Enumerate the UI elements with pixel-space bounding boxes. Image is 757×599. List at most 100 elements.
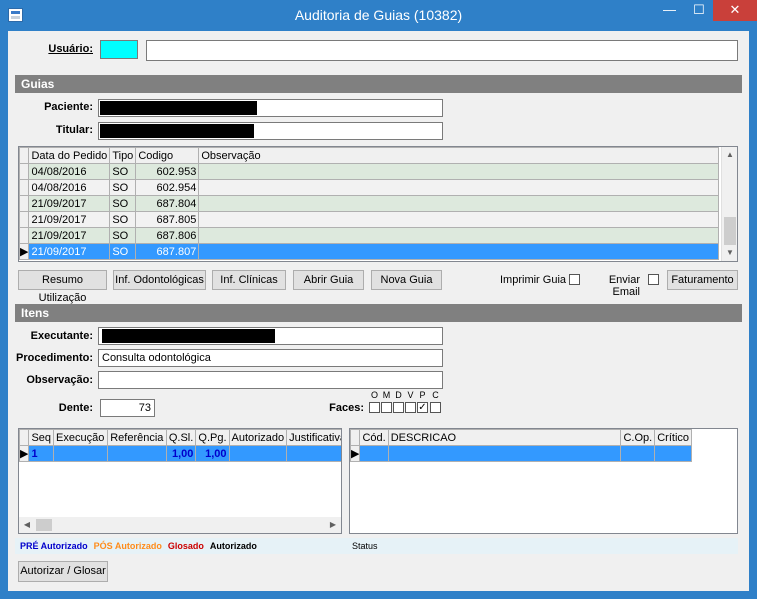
itens-horizontal-scrollbar[interactable]: ◀ ▶ [19, 517, 341, 533]
row-indicator-header [350, 429, 361, 446]
face-p-checkbox[interactable]: ✓ [417, 402, 428, 413]
faturamento-button[interactable]: Faturamento [667, 270, 738, 290]
dente-field[interactable]: 73 [100, 399, 155, 417]
col-codigo[interactable]: Codigo [135, 147, 200, 164]
cell-qsl: 1,00 [165, 445, 197, 462]
face-letter-p: P [419, 390, 426, 400]
cell-date: 21/09/2017 [28, 243, 111, 260]
table-row-selected[interactable]: ▶ 21/09/2017 SO 687.807 [19, 243, 719, 260]
face-letter-m: M [382, 390, 391, 400]
abrir-guia-button[interactable]: Abrir Guia [293, 270, 364, 290]
face-letter-d: D [395, 390, 402, 400]
col-seq[interactable]: Seq [28, 429, 55, 446]
legend-pre-autorizado: PRÉ Autorizado [20, 541, 88, 551]
cell-tipo: SO [109, 179, 137, 196]
face-o-checkbox[interactable] [369, 402, 380, 413]
col-cod[interactable]: Cód. [359, 429, 389, 446]
legend-glosado: Glosado [167, 541, 204, 551]
observacao-field[interactable] [98, 371, 443, 389]
minimize-icon[interactable]: — [654, 0, 685, 21]
face-letter-c: C [432, 390, 439, 400]
col-data-pedido[interactable]: Data do Pedido [28, 147, 111, 164]
titular-label: Titular: [55, 124, 93, 136]
scroll-thumb[interactable] [36, 519, 52, 531]
scroll-right-icon[interactable]: ▶ [325, 517, 341, 533]
status-label: Status [352, 541, 378, 551]
table-row[interactable]: 21/09/2017 SO 687.805 [19, 211, 719, 228]
legend: PRÉ Autorizado PÓS Autorizado Glosado Autor… [20, 541, 340, 551]
paciente-redaction [100, 101, 257, 115]
usuario-name-field[interactable] [146, 40, 738, 61]
paciente-label: Paciente: [44, 101, 93, 113]
row-indicator-header [19, 147, 30, 164]
col-tipo[interactable]: Tipo [109, 147, 137, 164]
cell-descricao [387, 445, 622, 462]
cell-obs [198, 163, 719, 180]
face-letter-v: V [407, 390, 414, 400]
inf-odontologicas-button[interactable]: Inf. Odontológicas [113, 270, 206, 290]
cell-codigo: 687.807 [135, 243, 200, 260]
scroll-down-icon[interactable]: ▼ [722, 245, 737, 261]
col-cop[interactable]: C.Op. [620, 429, 656, 446]
cell-tipo: SO [109, 211, 137, 228]
col-critico[interactable]: Crítico [654, 429, 692, 446]
usuario-label: Usuário: [48, 43, 93, 55]
cell-cod [359, 445, 389, 462]
resumo-utilizacao-button[interactable]: Resumo Utilização [18, 270, 107, 304]
faces-group: O M D V P C ✓ [369, 390, 447, 418]
col-observacao[interactable]: Observação [198, 147, 719, 164]
cell-date: 21/09/2017 [28, 227, 111, 244]
cell-cop [620, 445, 656, 462]
face-m-checkbox[interactable] [381, 402, 392, 413]
guias-vertical-scrollbar[interactable]: ▲ ▼ [721, 147, 737, 261]
face-letter-o: O [370, 390, 378, 400]
cell-obs [198, 195, 719, 212]
imprimir-guia-label: Imprimir Guia [500, 274, 567, 286]
close-icon[interactable]: ✕ [713, 0, 757, 21]
cell-obs [198, 179, 719, 196]
table-row[interactable]: 04/08/2016 SO 602.953 [19, 163, 719, 180]
cell-tipo: SO [109, 227, 137, 244]
usuario-color-field[interactable] [100, 40, 138, 59]
inf-clinicas-button[interactable]: Inf. Clínicas [212, 270, 286, 290]
col-qpg[interactable]: Q.Pg. [195, 429, 230, 446]
scroll-up-icon[interactable]: ▲ [722, 147, 737, 163]
col-referencia[interactable]: Referência [107, 429, 167, 446]
imprimir-guia-checkbox[interactable] [569, 274, 580, 285]
face-d-checkbox[interactable] [393, 402, 404, 413]
cell-obs [198, 227, 719, 244]
enviar-email-label: Enviar Email [608, 274, 640, 298]
criticas-grid[interactable]: Cód. DESCRICAO C.Op. Crítico ▶ [349, 428, 738, 534]
procedimento-field[interactable]: Consulta odontológica [98, 349, 443, 367]
enviar-email-checkbox[interactable] [648, 274, 659, 285]
table-row-selected[interactable]: ▶ [350, 445, 692, 462]
maximize-icon[interactable]: ☐ [686, 0, 712, 21]
cell-codigo: 602.954 [135, 179, 200, 196]
itens-section-header: Itens [15, 304, 742, 322]
cell-tipo: SO [109, 243, 137, 260]
nova-guia-button[interactable]: Nova Guia [371, 270, 442, 290]
col-execucao[interactable]: Execução [53, 429, 109, 446]
scroll-left-icon[interactable]: ◀ [19, 517, 35, 533]
cell-obs [198, 211, 719, 228]
executante-redaction [102, 329, 275, 343]
guias-grid[interactable]: Data do Pedido Tipo Codigo Observação 04… [18, 146, 738, 262]
col-autorizado[interactable]: Autorizado [228, 429, 288, 446]
cell-codigo: 687.806 [135, 227, 200, 244]
autorizar-glosar-button[interactable]: Autorizar / Glosar [18, 561, 108, 582]
col-descricao[interactable]: DESCRICAO [387, 429, 622, 446]
cell-date: 04/08/2016 [28, 163, 111, 180]
table-row[interactable]: 21/09/2017 SO 687.806 [19, 227, 719, 244]
col-qsl[interactable]: Q.Sl. [165, 429, 197, 446]
scroll-thumb[interactable] [724, 217, 736, 245]
row-pointer-icon: ▶ [19, 243, 30, 260]
face-c-checkbox[interactable] [430, 402, 441, 413]
itens-grid[interactable]: Seq Execução Referência Q.Sl. Q.Pg. Auto… [18, 428, 342, 534]
table-row[interactable]: 04/08/2016 SO 602.954 [19, 179, 719, 196]
table-row-selected[interactable]: ▶ 1 1,00 1,00 [19, 445, 341, 462]
col-justificativa[interactable]: Justificativa [286, 429, 341, 446]
table-row[interactable]: 21/09/2017 SO 687.804 [19, 195, 719, 212]
cell-date: 21/09/2017 [28, 195, 111, 212]
cell-qpg: 1,00 [195, 445, 230, 462]
face-v-checkbox[interactable] [405, 402, 416, 413]
